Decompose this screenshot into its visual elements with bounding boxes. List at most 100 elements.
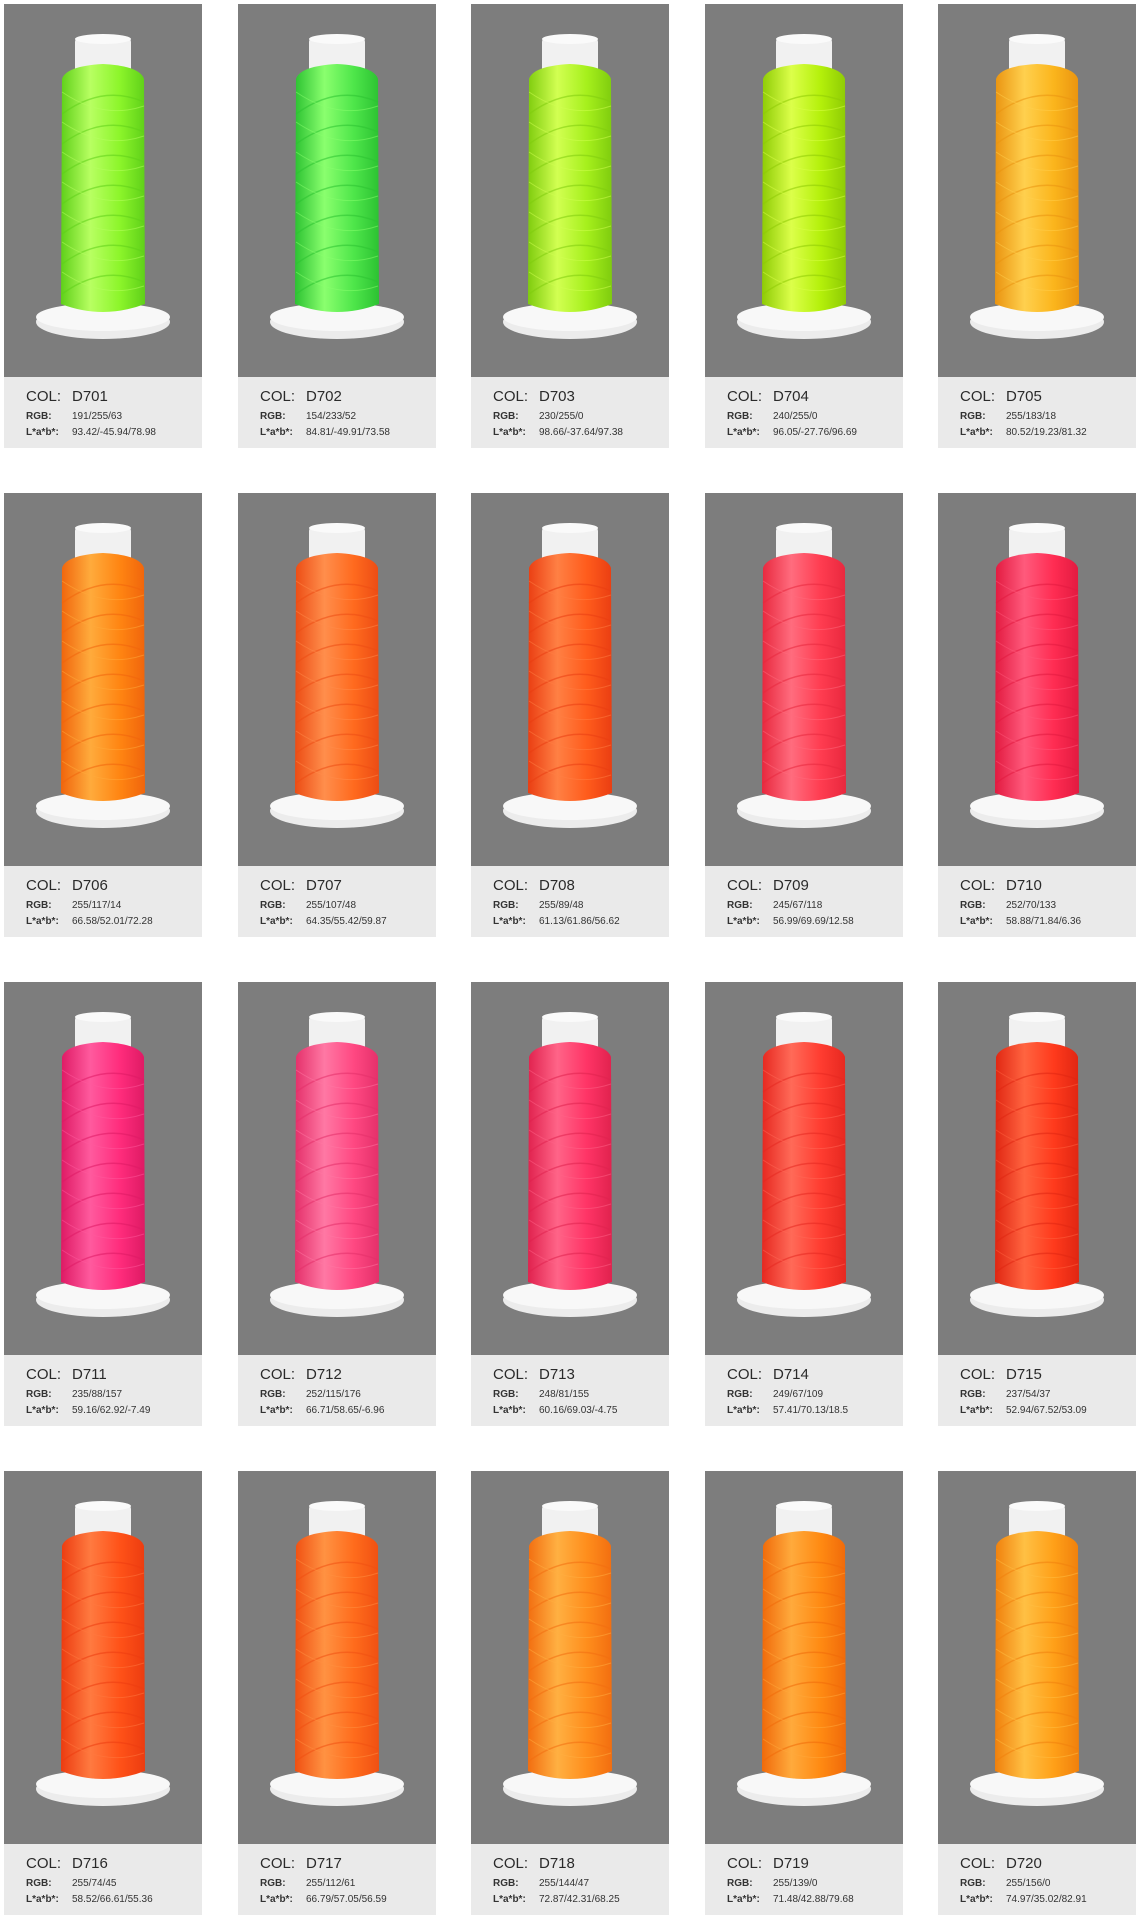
thread-spool-photo bbox=[705, 982, 903, 1355]
color-info-box: COL: D715 RGB: 237/54/37 L*a*b*: 52.94/67.52/… bbox=[938, 1355, 1136, 1426]
color-info-box: COL: D720 RGB: 255/156/0 L*a*b*: 74.97/35.02/… bbox=[938, 1844, 1136, 1915]
lab-label: L*a*b*: bbox=[960, 916, 993, 927]
color-info-box: COL: D710 RGB: 252/70/133 L*a*b*: 58.88/71.84… bbox=[938, 866, 1136, 937]
color-code-row: COL: D714 bbox=[727, 1366, 809, 1383]
thread-spool-image bbox=[36, 1501, 170, 1806]
thread-spool-photo bbox=[238, 4, 436, 377]
swatch-card: COL: D710 RGB: 252/70/133 L*a*b*: 58.88/71.84… bbox=[938, 493, 1136, 937]
rgb-label: RGB: bbox=[727, 411, 753, 422]
lab-value: 58.88/71.84/6.36 bbox=[1006, 916, 1082, 927]
rgb-value: 252/115/176 bbox=[306, 1389, 361, 1400]
lab-value: 61.13/61.86/56.62 bbox=[539, 916, 620, 927]
thread-spool-image bbox=[503, 1012, 637, 1317]
color-code: D706 bbox=[72, 877, 108, 894]
lab-value: 96.05/-27.76/96.69 bbox=[773, 427, 857, 438]
thread-spool-photo bbox=[705, 1471, 903, 1844]
thread-spool-photo bbox=[938, 982, 1136, 1355]
swatch-card: COL: D704 RGB: 240/255/0 L*a*b*: 96.05/-27.76… bbox=[705, 4, 903, 448]
col-label: COL: bbox=[727, 1855, 763, 1872]
rgb-row: RGB: 252/115/176 bbox=[260, 1389, 361, 1400]
rgb-row: RGB: 255/139/0 bbox=[727, 1878, 818, 1889]
lab-row: L*a*b*: 56.99/69.69/12.58 bbox=[727, 916, 854, 927]
rgb-label: RGB: bbox=[960, 900, 986, 911]
lab-label: L*a*b*: bbox=[727, 916, 760, 927]
color-code: D705 bbox=[1006, 388, 1042, 405]
rgb-row: RGB: 240/255/0 bbox=[727, 411, 818, 422]
lab-row: L*a*b*: 96.05/-27.76/96.69 bbox=[727, 427, 857, 438]
thread-spool-photo bbox=[238, 493, 436, 866]
swatch-card: COL: D715 RGB: 237/54/37 L*a*b*: 52.94/67.52/… bbox=[938, 982, 1136, 1426]
col-label: COL: bbox=[727, 877, 763, 894]
color-code: D718 bbox=[539, 1855, 575, 1872]
rgb-value: 255/183/18 bbox=[1006, 411, 1057, 422]
rgb-row: RGB: 255/156/0 bbox=[960, 1878, 1051, 1889]
col-label: COL: bbox=[493, 877, 529, 894]
rgb-label: RGB: bbox=[493, 1389, 519, 1400]
lab-label: L*a*b*: bbox=[260, 916, 293, 927]
thread-spool-photo bbox=[471, 1471, 669, 1844]
color-code: D707 bbox=[306, 877, 342, 894]
rgb-value: 255/144/47 bbox=[539, 1878, 590, 1889]
thread-spool-image bbox=[970, 523, 1104, 828]
rgb-value: 255/74/45 bbox=[72, 1878, 117, 1889]
rgb-label: RGB: bbox=[26, 1389, 52, 1400]
col-label: COL: bbox=[26, 877, 62, 894]
color-code: D717 bbox=[306, 1855, 342, 1872]
lab-row: L*a*b*: 84.81/-49.91/73.58 bbox=[260, 427, 390, 438]
rgb-value: 237/54/37 bbox=[1006, 1389, 1051, 1400]
thread-spool-image bbox=[970, 34, 1104, 339]
rgb-label: RGB: bbox=[260, 1389, 286, 1400]
rgb-label: RGB: bbox=[26, 1878, 52, 1889]
lab-value: 93.42/-45.94/78.98 bbox=[72, 427, 156, 438]
color-info-box: COL: D718 RGB: 255/144/47 L*a*b*: 72.87/42.31… bbox=[471, 1844, 669, 1915]
lab-label: L*a*b*: bbox=[26, 427, 59, 438]
rgb-value: 255/89/48 bbox=[539, 900, 584, 911]
thread-spool-photo bbox=[471, 4, 669, 377]
rgb-row: RGB: 255/107/48 bbox=[260, 900, 356, 911]
lab-value: 60.16/69.03/-4.75 bbox=[539, 1405, 618, 1416]
color-code-row: COL: D717 bbox=[260, 1855, 342, 1872]
rgb-value: 245/67/118 bbox=[773, 900, 823, 911]
lab-row: L*a*b*: 59.16/62.92/-7.49 bbox=[26, 1405, 150, 1416]
thread-spool-image bbox=[970, 1501, 1104, 1806]
lab-row: L*a*b*: 52.94/67.52/53.09 bbox=[960, 1405, 1087, 1416]
color-code-row: COL: D710 bbox=[960, 877, 1042, 894]
col-label: COL: bbox=[26, 1855, 62, 1872]
color-code-row: COL: D716 bbox=[26, 1855, 108, 1872]
lab-value: 59.16/62.92/-7.49 bbox=[72, 1405, 151, 1416]
color-info-box: COL: D719 RGB: 255/139/0 L*a*b*: 71.48/42.88/… bbox=[705, 1844, 903, 1915]
rgb-label: RGB: bbox=[727, 900, 753, 911]
rgb-label: RGB: bbox=[260, 411, 286, 422]
lab-label: L*a*b*: bbox=[26, 1405, 59, 1416]
color-code: D714 bbox=[773, 1366, 809, 1383]
lab-label: L*a*b*: bbox=[960, 1405, 993, 1416]
thread-spool-photo bbox=[4, 4, 202, 377]
color-code: D709 bbox=[773, 877, 809, 894]
rgb-value: 255/117/14 bbox=[72, 900, 122, 911]
color-info-box: COL: D709 RGB: 245/67/118 L*a*b*: 56.99/69.69… bbox=[705, 866, 903, 937]
color-code: D702 bbox=[306, 388, 342, 405]
thread-spool-image bbox=[737, 1012, 871, 1317]
rgb-row: RGB: 249/67/109 bbox=[727, 1389, 823, 1400]
thread-spool-photo bbox=[705, 493, 903, 866]
color-info-box: COL: D702 RGB: 154/233/52 L*a*b*: 84.81/-49.9… bbox=[238, 377, 436, 448]
color-code: D716 bbox=[72, 1855, 108, 1872]
swatch-card: COL: D706 RGB: 255/117/14 L*a*b*: 66.58/52.01… bbox=[4, 493, 202, 937]
color-code: D719 bbox=[773, 1855, 809, 1872]
col-label: COL: bbox=[493, 1366, 529, 1383]
lab-label: L*a*b*: bbox=[493, 916, 526, 927]
swatch-card: COL: D712 RGB: 252/115/176 L*a*b*: 66.71/58.6… bbox=[238, 982, 436, 1426]
rgb-label: RGB: bbox=[260, 1878, 286, 1889]
rgb-label: RGB: bbox=[960, 1878, 986, 1889]
thread-spool-photo bbox=[4, 982, 202, 1355]
color-info-box: COL: D713 RGB: 248/81/155 L*a*b*: 60.16/69.03… bbox=[471, 1355, 669, 1426]
lab-row: L*a*b*: 72.87/42.31/68.25 bbox=[493, 1894, 620, 1905]
color-code-row: COL: D712 bbox=[260, 1366, 342, 1383]
col-label: COL: bbox=[960, 388, 996, 405]
lab-label: L*a*b*: bbox=[26, 916, 59, 927]
lab-value: 72.87/42.31/68.25 bbox=[539, 1894, 620, 1905]
lab-value: 56.99/69.69/12.58 bbox=[773, 916, 854, 927]
thread-spool-photo bbox=[238, 982, 436, 1355]
rgb-row: RGB: 235/88/157 bbox=[26, 1389, 122, 1400]
thread-spool-photo bbox=[4, 493, 202, 866]
